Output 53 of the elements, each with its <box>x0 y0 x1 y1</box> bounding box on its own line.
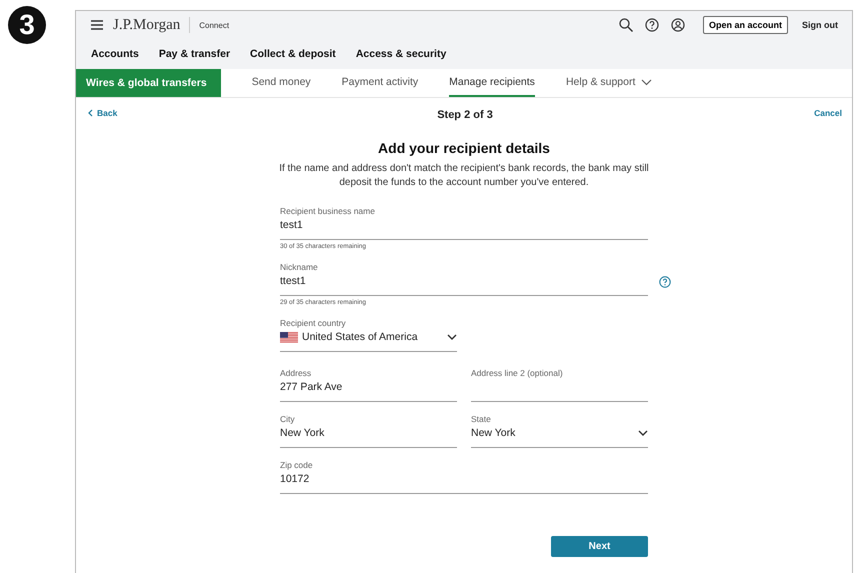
input-field[interactable]: Address 277 Park Ave <box>280 368 457 402</box>
field-label: City <box>280 414 296 424</box>
field-label: Zip code <box>280 460 314 470</box>
field-value: ttest1 <box>280 275 306 287</box>
form-description: If the name and address don't match the recipient's bank records, the bank may still deposit the funds to the account number you've entered. <box>278 162 650 190</box>
nav-tab[interactable]: Send money <box>252 69 311 97</box>
step-number-badge: 3 <box>8 6 46 44</box>
menu-icon[interactable] <box>91 20 103 30</box>
user-icon[interactable] <box>670 18 685 32</box>
cancel-link[interactable]: Cancel <box>782 108 842 118</box>
field-value: New York <box>280 427 324 439</box>
field-label: Address <box>280 368 312 378</box>
product-name: Connect <box>199 20 230 30</box>
field-label: Recipient country <box>280 318 347 328</box>
sign-out-link[interactable]: Sign out <box>802 20 838 30</box>
back-link[interactable]: Back <box>88 108 148 118</box>
help-icon[interactable] <box>659 276 671 288</box>
field-value: United States of America <box>302 331 418 343</box>
input-field[interactable]: Nickname ttest1 <box>280 262 648 296</box>
section-tab[interactable]: Wires & global transfers <box>76 69 221 97</box>
chevron-down-icon <box>447 334 457 340</box>
flag-icon <box>280 332 298 342</box>
field-value: New York <box>471 427 516 439</box>
search-icon[interactable] <box>618 18 633 32</box>
field-label: State <box>471 414 492 424</box>
chevron-left-icon <box>88 109 93 117</box>
field-label: Address line 2 (optional) <box>471 368 564 378</box>
main-nav-item[interactable]: Collect & deposit <box>250 48 336 60</box>
nav-tab[interactable]: Manage recipients <box>449 69 535 97</box>
input-field[interactable]: Recipient business name test1 <box>280 206 648 240</box>
field-label: Nickname <box>280 262 319 272</box>
open-account-button[interactable]: Open an account <box>702 16 788 34</box>
nav-tab[interactable]: Help & support <box>566 69 652 97</box>
step-indicator: Step 2 of 3 <box>436 109 494 121</box>
brand-logo: J.P.Morgan <box>113 16 180 34</box>
field-value: 277 Park Ave <box>280 381 342 393</box>
input-field[interactable]: Zip code 10172 <box>280 460 648 494</box>
main-nav-item[interactable]: Pay & transfer <box>158 48 230 60</box>
input-field[interactable]: City New York <box>280 414 457 448</box>
field-label: Recipient business name <box>280 206 376 216</box>
caret-icon <box>641 78 652 86</box>
select-field[interactable]: State New York <box>471 414 648 448</box>
field-value: test1 <box>280 219 303 231</box>
chevron-down-icon <box>638 430 648 436</box>
main-nav-item[interactable]: Accounts <box>91 48 139 60</box>
main-nav-item[interactable]: Access & security <box>356 48 446 60</box>
nav-tab[interactable]: Payment activity <box>342 69 418 97</box>
next-button[interactable]: Next <box>551 536 648 557</box>
help-icon[interactable] <box>644 18 659 32</box>
input-field[interactable]: Address line 2 (optional) <box>471 368 648 402</box>
form-title: Add your recipient details <box>377 140 551 156</box>
field-value: 10172 <box>280 473 310 485</box>
select-field[interactable]: Recipient country United States of America <box>280 318 457 352</box>
